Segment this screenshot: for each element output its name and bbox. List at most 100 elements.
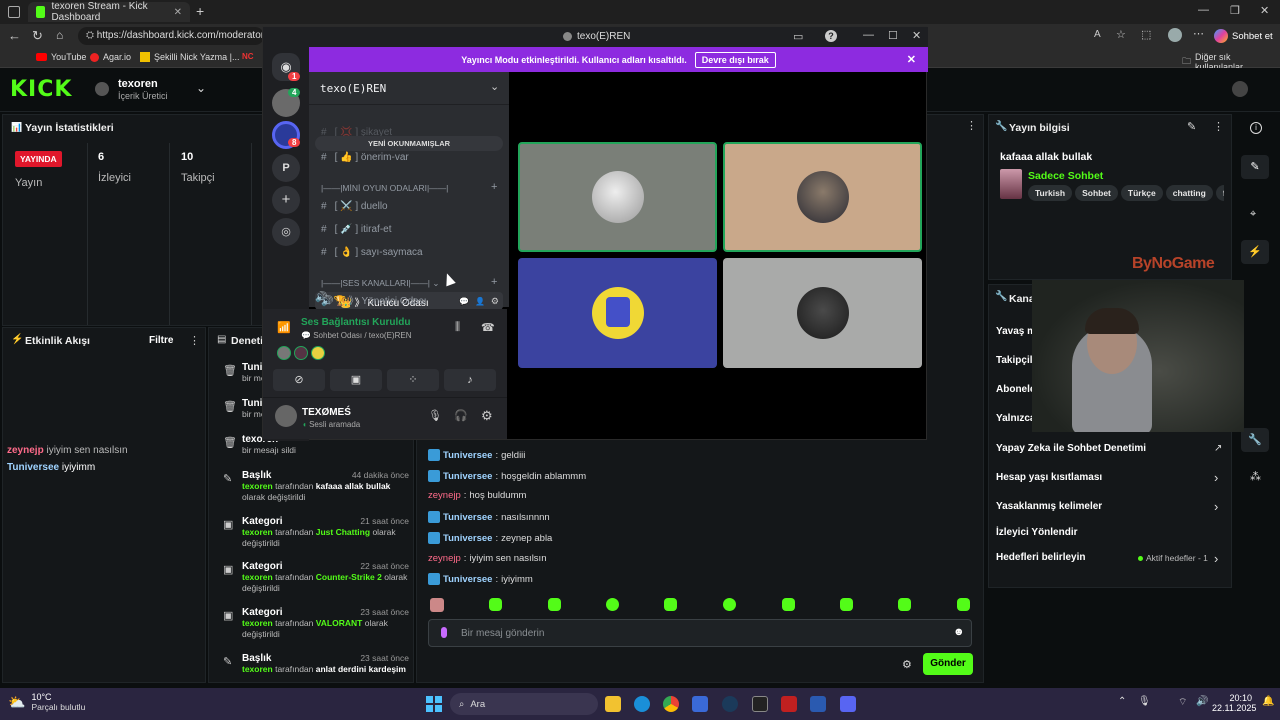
target-icon[interactable]: ⌖ [1250, 208, 1256, 221]
participant-avatar[interactable] [311, 346, 325, 360]
app-blue-icon[interactable] [810, 696, 826, 712]
server-name[interactable]: texo(E)REN [320, 82, 386, 95]
chat-username[interactable]: Tuniversee [443, 533, 492, 544]
video-tile-4[interactable] [723, 258, 922, 368]
tag[interactable]: chatting [1165, 185, 1213, 201]
emote-icon[interactable] [957, 598, 970, 611]
video-tile-3[interactable] [518, 258, 717, 368]
chat-username[interactable]: zeynejp [428, 490, 461, 501]
taskbar-search[interactable]: ⌕ Ara [450, 693, 598, 715]
emote-icon[interactable] [782, 598, 795, 611]
discord-username[interactable]: TEXØMEŚ [302, 407, 351, 418]
favorite-icon[interactable]: ☆ [1116, 28, 1126, 41]
disconnect-icon[interactable]: ☎ [481, 321, 495, 334]
emote-icon[interactable] [606, 598, 619, 611]
channel-onerim-var[interactable]: # [ 👍 ] önerim-var [321, 152, 409, 163]
back-icon[interactable]: ← [8, 28, 21, 43]
chat-username[interactable]: Tuniversee [443, 574, 492, 585]
chevron-right-icon[interactable]: › [1214, 551, 1218, 566]
headphones-icon[interactable]: 🎧 [454, 409, 468, 422]
mic-icon[interactable] [441, 627, 447, 638]
help-icon[interactable]: ? [825, 30, 837, 42]
discord-minimize-icon[interactable]: — [863, 29, 874, 41]
chat-username[interactable]: Tuniversee [443, 512, 492, 523]
tag[interactable]: Sohbet [1075, 185, 1118, 201]
chat-settings-icon[interactable]: ⚙ [902, 658, 912, 671]
restore-icon[interactable]: ❐ [1230, 4, 1240, 17]
home-icon[interactable]: ⌂ [56, 28, 63, 42]
notifications-icon[interactable]: 🔔 [1262, 696, 1274, 707]
more-icon[interactable]: ⋯ [1193, 27, 1204, 40]
emote-icon[interactable] [840, 598, 853, 611]
store-icon[interactable] [692, 696, 708, 712]
category-voice[interactable]: |——|SES KANALLARI|——| ⌄ [321, 278, 439, 289]
tag[interactable]: fps [1215, 185, 1224, 201]
inbox-icon[interactable]: ▭ [793, 30, 803, 43]
reload-icon[interactable]: ↻ [32, 28, 43, 44]
tag[interactable]: Türkçe [1120, 185, 1163, 201]
info-icon[interactable]: i [1250, 122, 1262, 134]
add-voice-channel-icon[interactable]: + [491, 276, 497, 288]
chat-more-icon[interactable]: ⋮ [966, 119, 977, 132]
address-bar[interactable]: ⛭ https://dashboard.kick.com/moderator/.… [78, 27, 264, 45]
emoji-icon[interactable]: ☻ [953, 626, 965, 638]
slow-mode-row[interactable]: Yavaş m [996, 326, 1036, 337]
user-settings-icon[interactable]: ⚙ [481, 408, 493, 424]
banner-close-icon[interactable]: ✕ [907, 53, 916, 66]
add-server-icon[interactable]: + [272, 186, 300, 214]
voice-channel-yonetici[interactable]: 🔊 🏆 》 Yönetici Odası [315, 292, 427, 307]
new-tab-icon[interactable]: + [196, 3, 204, 19]
emotes-only-row[interactable]: Yalnızca [996, 413, 1035, 424]
channel-settings-icon[interactable]: ⚙ [491, 296, 499, 307]
bookmark-nick[interactable]: Şekilli Nick Yazma |... [140, 52, 240, 62]
bookmark-youtube[interactable]: YouTube [36, 52, 86, 62]
explore-icon[interactable]: ◎ [272, 218, 300, 246]
category-name[interactable]: Sadece Sohbet [1028, 170, 1103, 182]
activities-button[interactable]: ⁘ [387, 369, 439, 391]
account-age-row[interactable]: Hesap yaşı kısıtlaması [996, 472, 1102, 483]
chrome-icon[interactable] [663, 696, 679, 712]
emote-icon[interactable] [548, 598, 561, 611]
participant-avatar[interactable] [277, 346, 291, 360]
subscribers-only-row[interactable]: Abonele [996, 384, 1035, 395]
extensions-icon[interactable]: ⬚ [1141, 28, 1151, 41]
kick-logo[interactable]: KICK [10, 77, 72, 102]
discord-taskbar-icon[interactable] [840, 696, 856, 712]
activity-more-icon[interactable]: ⋮ [189, 334, 200, 347]
edge-icon[interactable] [634, 696, 650, 712]
chat-input-box[interactable]: Bir mesaj gönderin ☻ [428, 619, 972, 647]
bolt-action-icon[interactable]: ⚡ [1241, 240, 1269, 264]
emote-icon[interactable] [664, 598, 677, 611]
invite-icon[interactable]: 👤 [475, 297, 485, 306]
bookmark-nc[interactable]: NC [242, 52, 254, 61]
chevron-right-icon[interactable]: › [1214, 499, 1218, 514]
channel-duello[interactable]: # [ ⚔️ ] duello [321, 201, 388, 212]
channel-itiraf-et[interactable]: # [ 💉 ] itiraf-et [321, 224, 391, 235]
copilot-chat-button[interactable]: Sohbet et [1214, 27, 1274, 45]
video-tile-2[interactable] [723, 142, 922, 252]
tray-mic-icon[interactable]: 🎙 [1138, 696, 1151, 707]
send-button[interactable]: Gönder [923, 653, 973, 675]
chevron-right-icon[interactable]: › [1214, 470, 1218, 485]
external-link-icon[interactable]: ↗ [1214, 443, 1222, 454]
tab-actions-icon[interactable] [8, 6, 20, 18]
mod-tools-icon[interactable]: 🔧 [1241, 428, 1269, 452]
channel-switch-chevron-icon[interactable]: ⌄ [196, 81, 206, 95]
browser-tab[interactable]: texoren Stream - Kick Dashboard ✕ [28, 1, 190, 23]
soundboard-button[interactable]: ♪ [444, 369, 496, 391]
read-aloud-icon[interactable]: A [1094, 29, 1101, 40]
emote-icon[interactable] [723, 598, 736, 611]
tray-network-icon[interactable]: ⌔ [1178, 696, 1187, 709]
minimize-icon[interactable]: — [1198, 4, 1209, 16]
tray-volume-icon[interactable]: 🔊 [1196, 696, 1208, 707]
close-window-icon[interactable]: ✕ [1260, 4, 1269, 17]
tag[interactable]: Turkish [1028, 185, 1073, 201]
profile-avatar[interactable] [1168, 28, 1182, 42]
viewer-redirect-row[interactable]: İzleyici Yönlendir [996, 527, 1078, 538]
add-channel-icon[interactable]: + [491, 181, 497, 193]
new-unreads-pill[interactable]: YENİ OKUNMAMIŞLAR [315, 136, 503, 151]
edit-pencil-icon[interactable]: ✎ [1187, 120, 1196, 133]
emote-icon[interactable] [898, 598, 911, 611]
chat-username[interactable]: zeynejp [428, 553, 461, 564]
user-avatar[interactable] [1232, 81, 1248, 97]
